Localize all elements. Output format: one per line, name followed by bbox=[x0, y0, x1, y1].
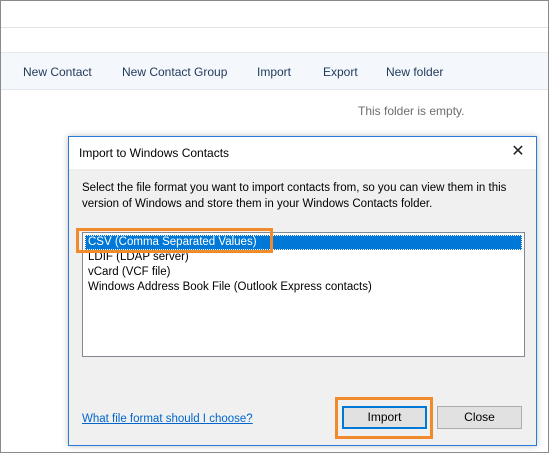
import-dialog: Import to Windows Contacts ✕ Select the … bbox=[68, 136, 537, 446]
dialog-description: Select the file format you want to impor… bbox=[82, 182, 507, 210]
address-area bbox=[1, 28, 548, 53]
empty-folder-message: This folder is empty. bbox=[358, 104, 465, 118]
new-contact-button[interactable]: New Contact bbox=[23, 65, 92, 79]
import-button[interactable]: Import bbox=[342, 406, 427, 429]
format-listbox[interactable]: CSV (Comma Separated Values) LDIF (LDAP … bbox=[82, 232, 525, 357]
new-folder-button[interactable]: New folder bbox=[386, 65, 443, 79]
format-item-wab[interactable]: Windows Address Book File (Outlook Expre… bbox=[85, 280, 522, 295]
close-button-label: Close bbox=[464, 410, 495, 424]
new-contact-group-button[interactable]: New Contact Group bbox=[122, 65, 227, 79]
import-button-label: Import bbox=[367, 410, 402, 424]
format-item-csv[interactable]: CSV (Comma Separated Values) bbox=[85, 235, 522, 250]
format-item-vcard[interactable]: vCard (VCF file) bbox=[85, 265, 522, 280]
file-format-help-link[interactable]: What file format should I choose? bbox=[82, 413, 253, 425]
dialog-title: Import to Windows Contacts bbox=[79, 146, 230, 160]
window-top-area bbox=[1, 1, 548, 28]
dialog-titlebar: Import to Windows Contacts ✕ bbox=[69, 137, 536, 169]
format-item-ldif[interactable]: LDIF (LDAP server) bbox=[85, 250, 522, 265]
close-button[interactable]: Close bbox=[437, 406, 522, 429]
command-bar: New Contact New Contact Group Import Exp… bbox=[1, 53, 548, 90]
import-toolbar-button[interactable]: Import bbox=[257, 65, 291, 79]
close-icon[interactable]: ✕ bbox=[508, 142, 528, 162]
export-toolbar-button[interactable]: Export bbox=[323, 65, 358, 79]
